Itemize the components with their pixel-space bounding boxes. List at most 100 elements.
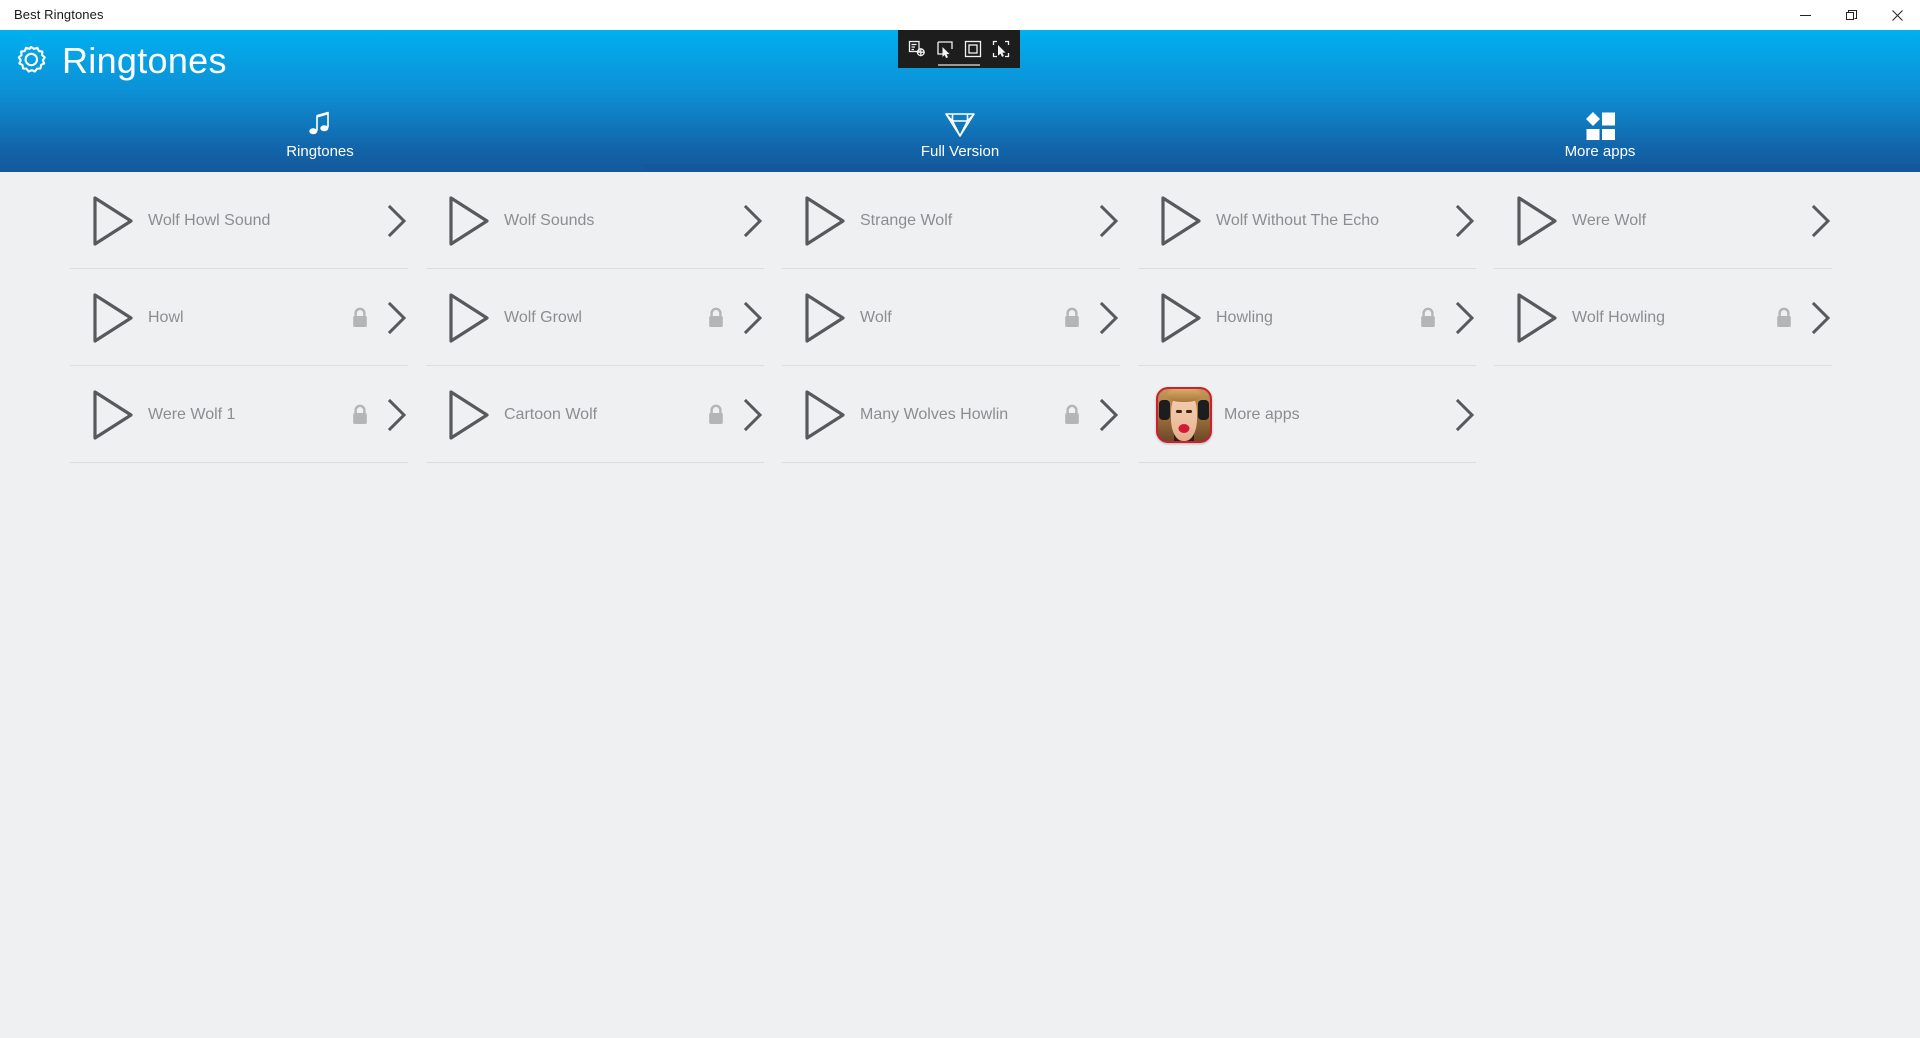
nav-tabs: Ringtones Full Version More apps (0, 110, 1920, 172)
chevron-right-icon[interactable] (740, 398, 766, 432)
row-separator (782, 462, 1120, 463)
chevron-right-icon[interactable] (1096, 398, 1122, 432)
screen-capture-toolbar[interactable] (898, 30, 1020, 68)
list-item-label: Were Wolf (1572, 211, 1647, 229)
play-icon[interactable] (1512, 291, 1560, 345)
cursor-selection-icon[interactable] (989, 37, 1013, 61)
row-separator (1138, 462, 1476, 463)
play-icon[interactable] (1512, 194, 1560, 248)
list-item-label: Cartoon Wolf (504, 405, 598, 423)
tab-ringtones[interactable]: Ringtones (0, 110, 640, 172)
play-icon[interactable] (444, 291, 492, 345)
list-item[interactable]: Howling (1138, 269, 1494, 366)
list-item[interactable]: Wolf Sounds (426, 172, 782, 269)
tab-more-apps-label: More apps (1564, 143, 1636, 160)
play-icon[interactable] (800, 194, 848, 248)
chevron-right-icon[interactable] (384, 204, 410, 238)
minimize-icon (1799, 14, 1811, 16)
window-controls (1782, 0, 1920, 30)
list-item-label: Strange Wolf (860, 211, 953, 229)
music-note-icon (307, 110, 333, 140)
lock-icon (709, 404, 723, 424)
play-icon[interactable] (444, 388, 492, 442)
list-item[interactable]: Were Wolf 1 (70, 366, 426, 463)
chevron-right-icon[interactable] (1452, 398, 1478, 432)
lock-icon (1065, 404, 1079, 424)
list-item[interactable]: Wolf Without The Echo (1138, 172, 1494, 269)
tab-full-version[interactable]: Full Version (640, 110, 1280, 172)
list-item-label: Wolf Without The Echo (1216, 211, 1380, 229)
thumbnail-fringe (1167, 388, 1201, 402)
list-item-label: Wolf Sounds (504, 211, 595, 229)
ringtone-grid: Wolf Howl Sound Wolf Sounds Strange Wolf… (70, 172, 1850, 463)
thumbnail-headphone-left (1159, 399, 1170, 420)
tab-more-apps[interactable]: More apps (1280, 110, 1920, 172)
chevron-right-icon[interactable] (1452, 301, 1478, 335)
chevron-right-icon[interactable] (1808, 204, 1834, 238)
cursor-window-icon[interactable] (933, 37, 957, 61)
chevron-right-icon[interactable] (1096, 204, 1122, 238)
window-titlebar: Best Ringtones (0, 0, 1920, 30)
chevron-right-icon[interactable] (384, 301, 410, 335)
close-icon (1891, 9, 1903, 21)
play-icon[interactable] (1156, 194, 1204, 248)
chevron-right-icon[interactable] (1808, 301, 1834, 335)
play-icon[interactable] (800, 291, 848, 345)
chevron-right-icon[interactable] (740, 204, 766, 238)
play-icon[interactable] (88, 291, 136, 345)
list-item-label: Howling (1216, 308, 1273, 326)
list-item-label: Many Wolves Howlin (860, 405, 1009, 423)
square-frame-icon[interactable] (961, 37, 985, 61)
thumbnail-eye-right (1186, 409, 1192, 413)
minimize-button[interactable] (1782, 0, 1828, 30)
lock-icon (353, 307, 367, 327)
content-area: Wolf Howl Sound Wolf Sounds Strange Wolf… (0, 172, 1920, 1038)
list-item-more-apps[interactable]: More apps (1138, 366, 1494, 463)
list-item-label: Were Wolf 1 (148, 405, 236, 423)
row-separator (426, 462, 764, 463)
list-item-label: Wolf Howl Sound (148, 211, 271, 229)
list-item[interactable]: Wolf Howl Sound (70, 172, 426, 269)
list-item[interactable]: Wolf (782, 269, 1138, 366)
lock-icon (709, 307, 723, 327)
play-icon[interactable] (444, 194, 492, 248)
play-icon[interactable] (88, 388, 136, 442)
chevron-right-icon[interactable] (1096, 301, 1122, 335)
app-brand: Ringtones (12, 42, 227, 80)
list-item-label: Wolf (860, 308, 892, 326)
chevron-right-icon[interactable] (384, 398, 410, 432)
document-capture-icon[interactable] (905, 37, 929, 61)
gear-icon (17, 45, 46, 73)
app-title: Ringtones (62, 40, 227, 81)
lock-icon (1421, 307, 1435, 327)
list-item-label: Wolf Howling (1572, 308, 1666, 326)
row-separator (1494, 365, 1832, 366)
lock-icon (353, 404, 367, 424)
tab-ringtones-label: Ringtones (286, 143, 354, 160)
lock-icon (1777, 307, 1791, 327)
list-item[interactable]: Cartoon Wolf (426, 366, 782, 463)
row-separator (70, 462, 408, 463)
play-icon[interactable] (800, 388, 848, 442)
list-item[interactable]: Wolf Howling (1494, 269, 1850, 366)
play-icon[interactable] (1156, 291, 1204, 345)
list-item-label: More apps (1224, 405, 1300, 423)
list-item[interactable]: Many Wolves Howlin (782, 366, 1138, 463)
list-item[interactable]: Wolf Growl (426, 269, 782, 366)
list-item[interactable]: Howl (70, 269, 426, 366)
list-item[interactable]: Were Wolf (1494, 172, 1850, 269)
close-button[interactable] (1874, 0, 1920, 30)
tab-full-version-label: Full Version (920, 143, 1000, 160)
thumbnail-lips (1178, 423, 1190, 433)
chevron-right-icon[interactable] (1452, 204, 1478, 238)
toolbar-drag-grip[interactable] (938, 64, 980, 66)
diamond-icon (943, 110, 977, 140)
maximize-button[interactable] (1828, 0, 1874, 30)
play-icon[interactable] (88, 194, 136, 248)
restore-icon (1845, 9, 1857, 20)
chevron-right-icon[interactable] (740, 301, 766, 335)
window-title: Best Ringtones (14, 7, 104, 22)
app-thumbnail[interactable] (1156, 386, 1212, 443)
thumbnail-eye-left (1176, 409, 1182, 413)
list-item[interactable]: Strange Wolf (782, 172, 1138, 269)
